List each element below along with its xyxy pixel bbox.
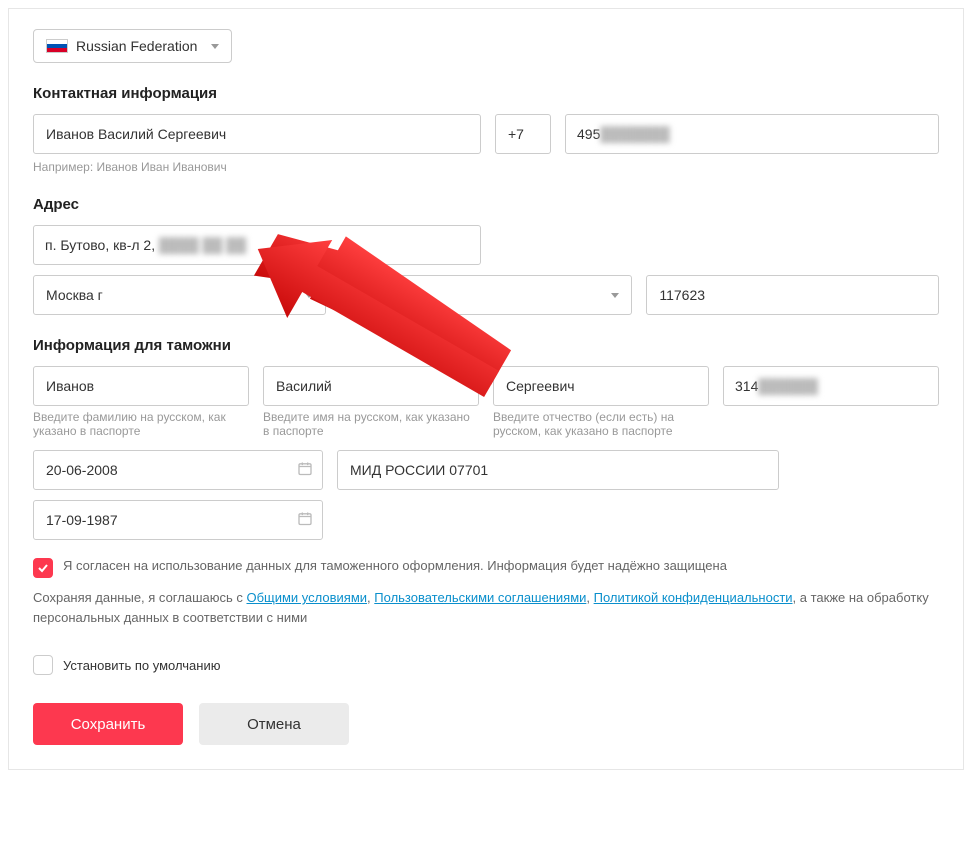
- patronymic-input[interactable]: [493, 366, 709, 406]
- set-default-checkbox[interactable]: [33, 655, 53, 675]
- customs-heading: Информация для таможни: [33, 337, 939, 354]
- address-heading: Адрес: [33, 196, 939, 213]
- country-select[interactable]: Russian Federation: [33, 29, 232, 63]
- full-name-input[interactable]: [33, 114, 481, 154]
- district-value: Бутово п: [353, 287, 409, 303]
- birth-date-input[interactable]: [33, 500, 323, 540]
- passport-issued-by-input[interactable]: [337, 450, 779, 490]
- country-name: Russian Federation: [76, 38, 197, 54]
- city-select[interactable]: Москва г: [33, 275, 326, 315]
- set-default-label: Установить по умолчанию: [63, 658, 220, 673]
- postal-input[interactable]: [646, 275, 939, 315]
- district-select[interactable]: Бутово п: [340, 275, 633, 315]
- full-name-hint: Например: Иванов Иван Иванович: [33, 160, 939, 174]
- consent-text: Я согласен на использование данных для т…: [63, 558, 727, 573]
- save-button[interactable]: Сохранить: [33, 703, 183, 745]
- street-input[interactable]: [33, 225, 481, 265]
- flag-russia-icon: [46, 39, 68, 53]
- last-name-hint: Введите фамилию на русском, как указано …: [33, 410, 249, 438]
- patronymic-hint: Введите отчество (если есть) на русском,…: [493, 410, 709, 438]
- link-terms[interactable]: Общими условиями: [246, 590, 367, 605]
- chevron-down-icon: [211, 44, 219, 49]
- legal-text: Сохраняя данные, я соглашаюсь с Общими у…: [33, 588, 939, 627]
- first-name-hint: Введите имя на русском, как указано в па…: [263, 410, 479, 438]
- city-value: Москва г: [46, 287, 103, 303]
- consent-checkbox[interactable]: [33, 558, 53, 578]
- phone-number-input[interactable]: [565, 114, 939, 154]
- link-user-agreement[interactable]: Пользовательскими соглашениями: [374, 590, 586, 605]
- phone-code: +7: [495, 114, 551, 154]
- cancel-button[interactable]: Отмена: [199, 703, 349, 745]
- chevron-down-icon: [611, 293, 619, 298]
- first-name-input[interactable]: [263, 366, 479, 406]
- contact-heading: Контактная информация: [33, 85, 939, 102]
- passport-number-input[interactable]: [723, 366, 939, 406]
- chevron-down-icon: [305, 293, 313, 298]
- last-name-input[interactable]: [33, 366, 249, 406]
- link-privacy[interactable]: Политикой конфиденциальности: [594, 590, 793, 605]
- passport-issue-date-input[interactable]: [33, 450, 323, 490]
- form-container: Russian Federation Контактная информация…: [8, 8, 964, 770]
